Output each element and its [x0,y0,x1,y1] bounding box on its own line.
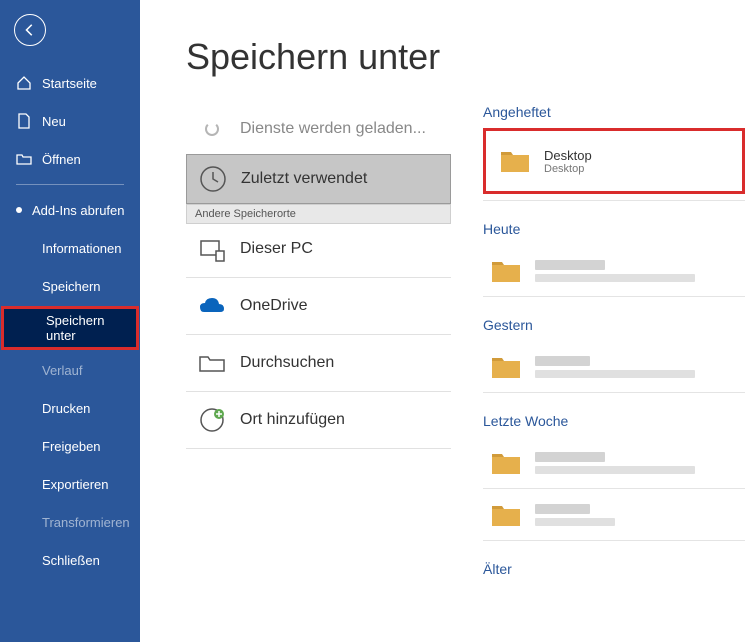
redacted-text [535,260,695,282]
home-icon [16,75,32,91]
redacted-text [535,504,615,526]
heading-yesterday: Gestern [483,317,745,333]
loc-label: Zuletzt verwendet [241,170,367,188]
loc-label: Ort hinzufügen [240,411,345,429]
folder-icon [500,148,530,174]
thispc-icon [196,233,228,265]
nav-label: Freigeben [42,439,101,454]
loading-services: Dienste werden geladen... [186,104,451,154]
loc-label: Dienste werden geladen... [240,120,426,138]
nav-divider [16,184,124,185]
loc-label: Dieser PC [240,240,313,258]
loc-thispc[interactable]: Dieser PC [186,224,451,274]
spinner-icon [205,122,219,136]
nav-export[interactable]: Exportieren [0,465,140,503]
browse-folder-icon [196,347,228,379]
loc-divider [186,391,451,392]
arrow-left-icon [23,23,37,37]
nav-print[interactable]: Drucken [0,389,140,427]
loc-browse[interactable]: Durchsuchen [186,338,451,388]
loc-label: Durchsuchen [240,354,334,372]
recent-item[interactable] [483,245,745,297]
new-doc-icon [16,113,32,129]
folder-icon [491,502,521,528]
nav-open[interactable]: Öffnen [0,140,140,178]
nav-label: Exportieren [42,477,108,492]
add-place-icon [196,404,228,436]
loc-divider [186,448,451,449]
nav-label: Startseite [42,76,97,91]
other-locations-label: Andere Speicherorte [186,204,451,224]
highlight-saveas: Speichern unter [1,306,139,350]
nav-label: Neu [42,114,66,129]
loc-label: OneDrive [240,297,308,315]
loc-onedrive[interactable]: OneDrive [186,281,451,331]
nav-label: Verlauf [42,363,82,378]
nav-transform[interactable]: Transformieren [0,503,140,541]
heading-pinned: Angeheftet [483,104,745,120]
nav-label: Schließen [42,553,100,568]
recent-item[interactable] [483,489,745,541]
recent-item-subtitle: Desktop [544,163,592,175]
onedrive-icon [196,290,228,322]
folder-icon [491,450,521,476]
open-folder-icon [16,151,32,167]
page-title: Speichern unter [186,36,749,78]
redacted-text [535,452,695,474]
clock-icon [197,163,229,195]
nav-history[interactable]: Verlauf [0,351,140,389]
main-panel: Speichern unter Dienste werden geladen..… [140,0,749,642]
recent-item-title: Desktop [544,148,592,163]
back-button[interactable] [14,14,46,46]
recent-column: Angeheftet Desktop Desktop Heute [451,104,749,597]
nav-label: Speichern [42,279,101,294]
heading-today: Heute [483,221,745,237]
nav-close[interactable]: Schließen [0,541,140,579]
recent-item-desktop[interactable]: Desktop Desktop [492,135,736,187]
loc-divider [186,334,451,335]
nav-save[interactable]: Speichern [0,267,140,305]
recent-item[interactable] [483,341,745,393]
new-indicator-icon [16,207,22,213]
folder-icon [491,354,521,380]
highlight-desktop: Desktop Desktop [483,128,745,194]
nav-new[interactable]: Neu [0,102,140,140]
redacted-text [535,356,695,378]
nav-share[interactable]: Freigeben [0,427,140,465]
folder-icon [491,258,521,284]
loc-divider [186,277,451,278]
nav-info[interactable]: Informationen [0,229,140,267]
nav-label: Add-Ins abrufen [32,203,125,218]
heading-lastweek: Letzte Woche [483,413,745,429]
nav-label: Transformieren [42,515,130,530]
backstage-sidebar: Startseite Neu Öffnen Add-Ins abrufen In… [0,0,140,642]
nav-addins[interactable]: Add-Ins abrufen [0,191,140,229]
nav-label: Drucken [42,401,90,416]
loc-recent[interactable]: Zuletzt verwendet [186,154,451,204]
nav-home[interactable]: Startseite [0,64,140,102]
nav-label: Informationen [42,241,122,256]
nav-saveas[interactable]: Speichern unter [4,309,136,347]
loc-addplace[interactable]: Ort hinzufügen [186,395,451,445]
nav-label: Öffnen [42,152,81,167]
recent-item[interactable] [483,437,745,489]
heading-older: Älter [483,561,745,577]
locations-column: Dienste werden geladen... Zuletzt verwen… [186,104,451,597]
nav-label: Speichern unter [46,313,136,343]
